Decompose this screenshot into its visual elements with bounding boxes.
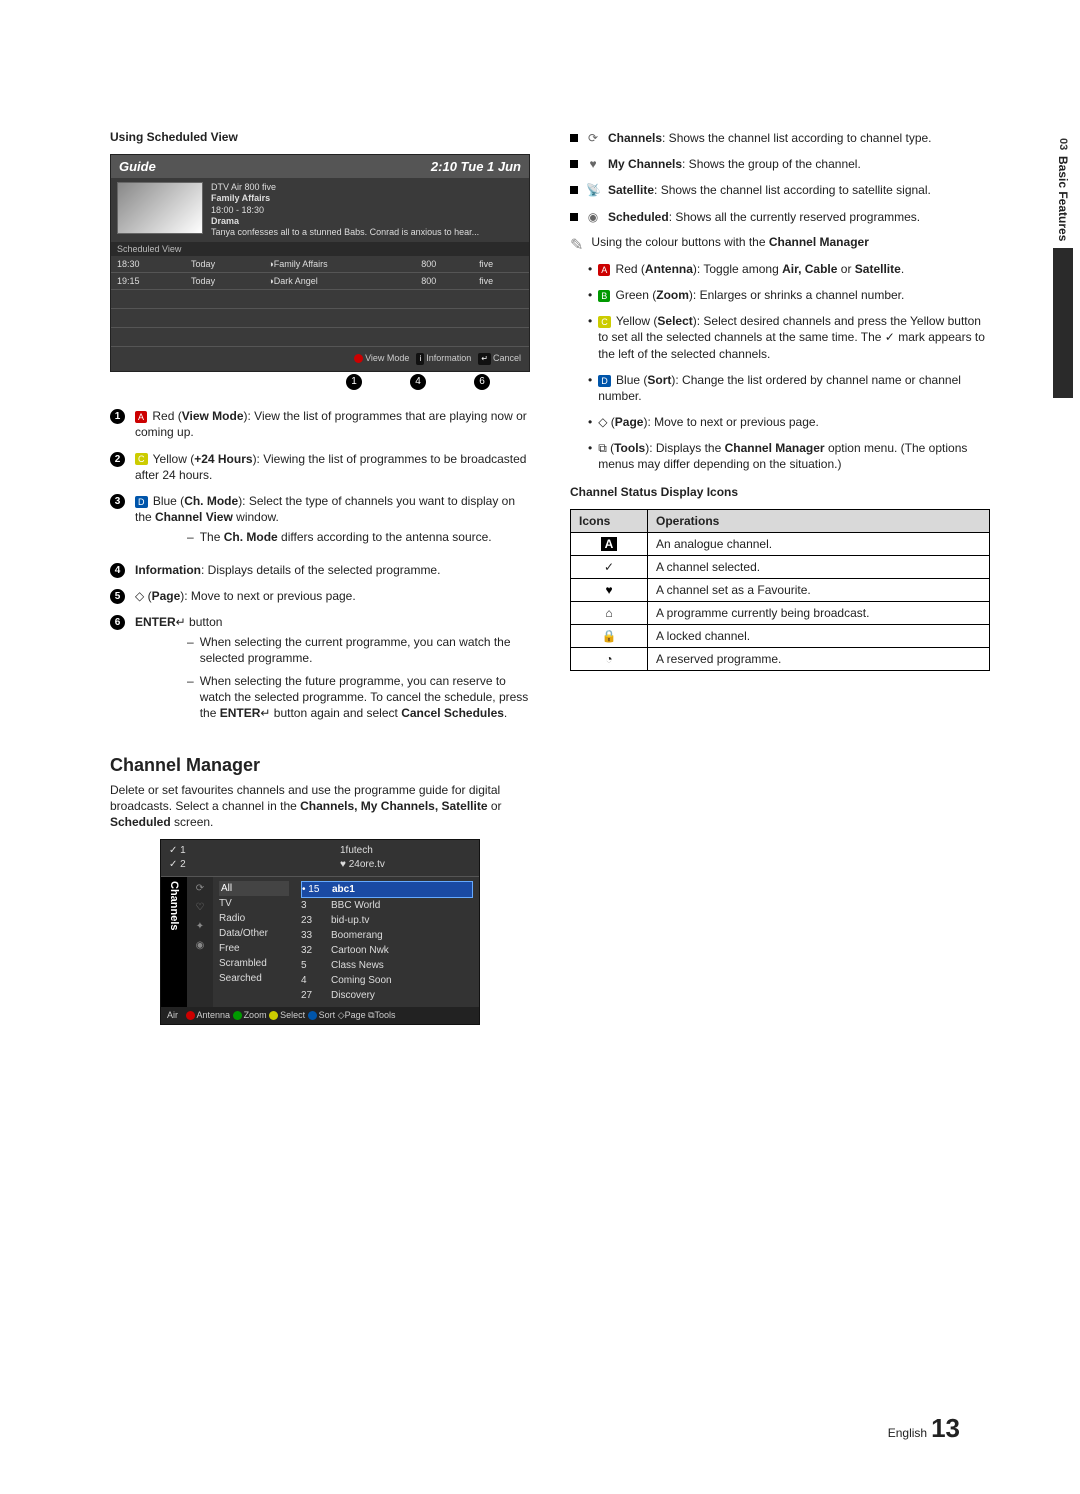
status-title: Channel Status Display Icons bbox=[570, 485, 990, 499]
scheduled-view-label: Scheduled View bbox=[111, 242, 529, 256]
satellite-icon: ✦ bbox=[196, 921, 204, 932]
guide-info-line: DTV Air 800 five bbox=[211, 182, 479, 193]
cm-header-cell: ✓ 2 bbox=[169, 858, 300, 872]
status-table: IconsOperations AAn analogue channel. ✓A… bbox=[570, 509, 990, 671]
view-mode-list: ⟳Channels: Shows the channel list accord… bbox=[570, 130, 990, 225]
page-footer: English13 bbox=[888, 1413, 960, 1444]
guide-time: 2:10 Tue 1 Jun bbox=[431, 159, 521, 174]
guide-info-line: Tanya confesses all to a stunned Babs. C… bbox=[211, 227, 479, 238]
note-icon: ✎ bbox=[570, 235, 583, 255]
channel-manager-panel: ✓ 1 ✓ 2 1futech ♥ 24ore.tv Channels ⟳ ♡ bbox=[160, 839, 480, 1025]
refresh-icon: ⟳ bbox=[196, 883, 204, 894]
cm-footer: Air Antenna Zoom Select Sort ◇Page ⧉Tool… bbox=[161, 1007, 479, 1024]
guide-info-line: Family Affairs bbox=[211, 193, 479, 204]
channel-manager-intro: Delete or set favourites channels and us… bbox=[110, 782, 530, 831]
side-tab: 03 Basic Features bbox=[1046, 130, 1080, 400]
cm-header-cell: 1futech bbox=[340, 844, 471, 858]
guide-title: Guide bbox=[119, 159, 156, 174]
guide-info-line: Drama bbox=[211, 216, 479, 227]
channel-manager-heading: Channel Manager bbox=[110, 755, 530, 776]
cm-icon-column: ⟳ ♡ ✦ ◉ bbox=[187, 877, 213, 1007]
colour-button-list: A Red (Antenna): Toggle among Air, Cable… bbox=[588, 261, 990, 473]
section-heading: Using Scheduled View bbox=[110, 130, 530, 144]
cm-tab-label: Channels bbox=[168, 881, 180, 931]
guide-thumb bbox=[117, 182, 203, 234]
cm-channel-list: • 15abc1 3BBC World 23bid-up.tv 33Boomer… bbox=[295, 877, 479, 1007]
guide-info-line: 18:00 - 18:30 bbox=[211, 205, 479, 216]
schedule-icon: ◉ bbox=[196, 940, 205, 951]
numbered-instructions: 1A Red (View Mode): View the list of pro… bbox=[110, 408, 530, 727]
guide-footer: View Mode iInformation ↵Cancel bbox=[111, 347, 529, 371]
callout-pointers: 1 4 6 bbox=[110, 374, 530, 390]
note: ✎ Using the colour buttons with the Chan… bbox=[570, 235, 990, 255]
chapter-label: Basic Features bbox=[1056, 156, 1070, 241]
cm-header-cell: ♥ 24ore.tv bbox=[340, 858, 471, 872]
guide-table: 18:30Today◑Family Affairs800five 19:15To… bbox=[111, 256, 529, 347]
guide-panel: Guide 2:10 Tue 1 Jun DTV Air 800 five Fa… bbox=[110, 154, 530, 372]
heart-icon: ♡ bbox=[196, 902, 205, 913]
chapter-number: 03 bbox=[1057, 138, 1069, 150]
cm-header-cell: ✓ 1 bbox=[169, 844, 300, 858]
cm-categories: All TV Radio Data/Other Free Scrambled S… bbox=[213, 877, 295, 1007]
